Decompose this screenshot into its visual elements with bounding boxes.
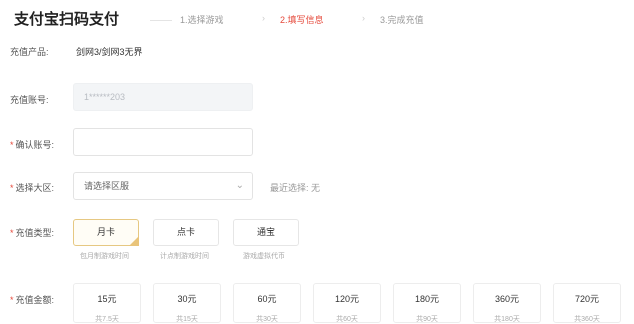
confirm-account-label: * 确认账号:: [10, 140, 55, 150]
amount-option[interactable]: 60元 共30天: [233, 283, 301, 323]
type-option-label: 点卡: [176, 227, 195, 237]
type-option-points[interactable]: 点卡: [153, 219, 219, 246]
amount-value: 30元: [177, 294, 197, 304]
amount-value: 15元: [97, 294, 117, 304]
type-option-desc: 包月制游戏时间: [80, 253, 129, 260]
required-mark: *: [10, 140, 14, 150]
amount-value: 180元: [414, 294, 440, 304]
amount-duration: 共30天: [256, 316, 278, 323]
amount-duration: 共15天: [176, 316, 198, 323]
type-option-tongbao[interactable]: 通宝: [233, 219, 299, 246]
amount-label: * 充值金额:: [10, 295, 55, 305]
amount-option[interactable]: 360元 共180天: [473, 283, 541, 323]
region-label: * 选择大区:: [10, 183, 55, 193]
type-option-desc: 游戏虚拟代币: [243, 253, 285, 260]
type-option-monthly[interactable]: 月卡: [73, 219, 139, 246]
region-select[interactable]: 请选择区服 ⌄: [73, 172, 253, 200]
type-option-label: 月卡: [96, 227, 115, 237]
product-label: 充值产品:: [10, 47, 49, 57]
required-mark: *: [10, 183, 14, 193]
type-label: * 充值类型:: [10, 228, 55, 238]
type-option-desc: 计点制游戏时间: [160, 253, 209, 260]
region-placeholder: 请选择区服: [84, 181, 130, 191]
type-option-label: 通宝: [256, 227, 275, 237]
amount-option[interactable]: 30元 共15天: [153, 283, 221, 323]
amount-option[interactable]: 720元 共360天: [553, 283, 621, 323]
step-line: [150, 20, 172, 21]
amount-duration: 共180天: [494, 316, 520, 323]
account-field: 1******203: [73, 83, 253, 111]
step-2: 2.填写信息: [280, 15, 324, 25]
amount-value: 60元: [257, 294, 277, 304]
amount-option[interactable]: 120元 共60天: [313, 283, 381, 323]
chevron-down-icon: ⌄: [235, 180, 244, 191]
recent-selection: 最近选择: 无: [270, 183, 321, 193]
amount-value: 120元: [334, 294, 360, 304]
amount-duration: 共7.5天: [95, 316, 119, 323]
amount-option[interactable]: 15元 共7.5天: [73, 283, 141, 323]
amount-option[interactable]: 180元 共90天: [393, 283, 461, 323]
amount-value: 360元: [494, 294, 520, 304]
product-value: 剑网3/剑网3无界: [76, 47, 143, 57]
required-mark: *: [10, 295, 14, 305]
step-1: 1.选择游戏: [180, 15, 224, 25]
amount-duration: 共60天: [336, 316, 358, 323]
amount-duration: 共90天: [416, 316, 438, 323]
page-title: 支付宝扫码支付: [14, 11, 120, 28]
selected-check-icon: [129, 236, 139, 246]
account-value: 1******203: [84, 92, 126, 102]
required-mark: *: [10, 228, 14, 238]
chevron-right-icon: ›: [362, 13, 365, 23]
amount-value: 720元: [574, 294, 600, 304]
chevron-right-icon: ›: [262, 13, 265, 23]
account-label: 充值账号:: [10, 95, 49, 105]
amount-duration: 共360天: [574, 316, 600, 323]
step-3: 3.完成充值: [380, 15, 424, 25]
progress-steps: 1.选择游戏 › 2.填写信息 › 3.完成充值: [150, 13, 450, 27]
confirm-account-input[interactable]: [73, 128, 253, 156]
